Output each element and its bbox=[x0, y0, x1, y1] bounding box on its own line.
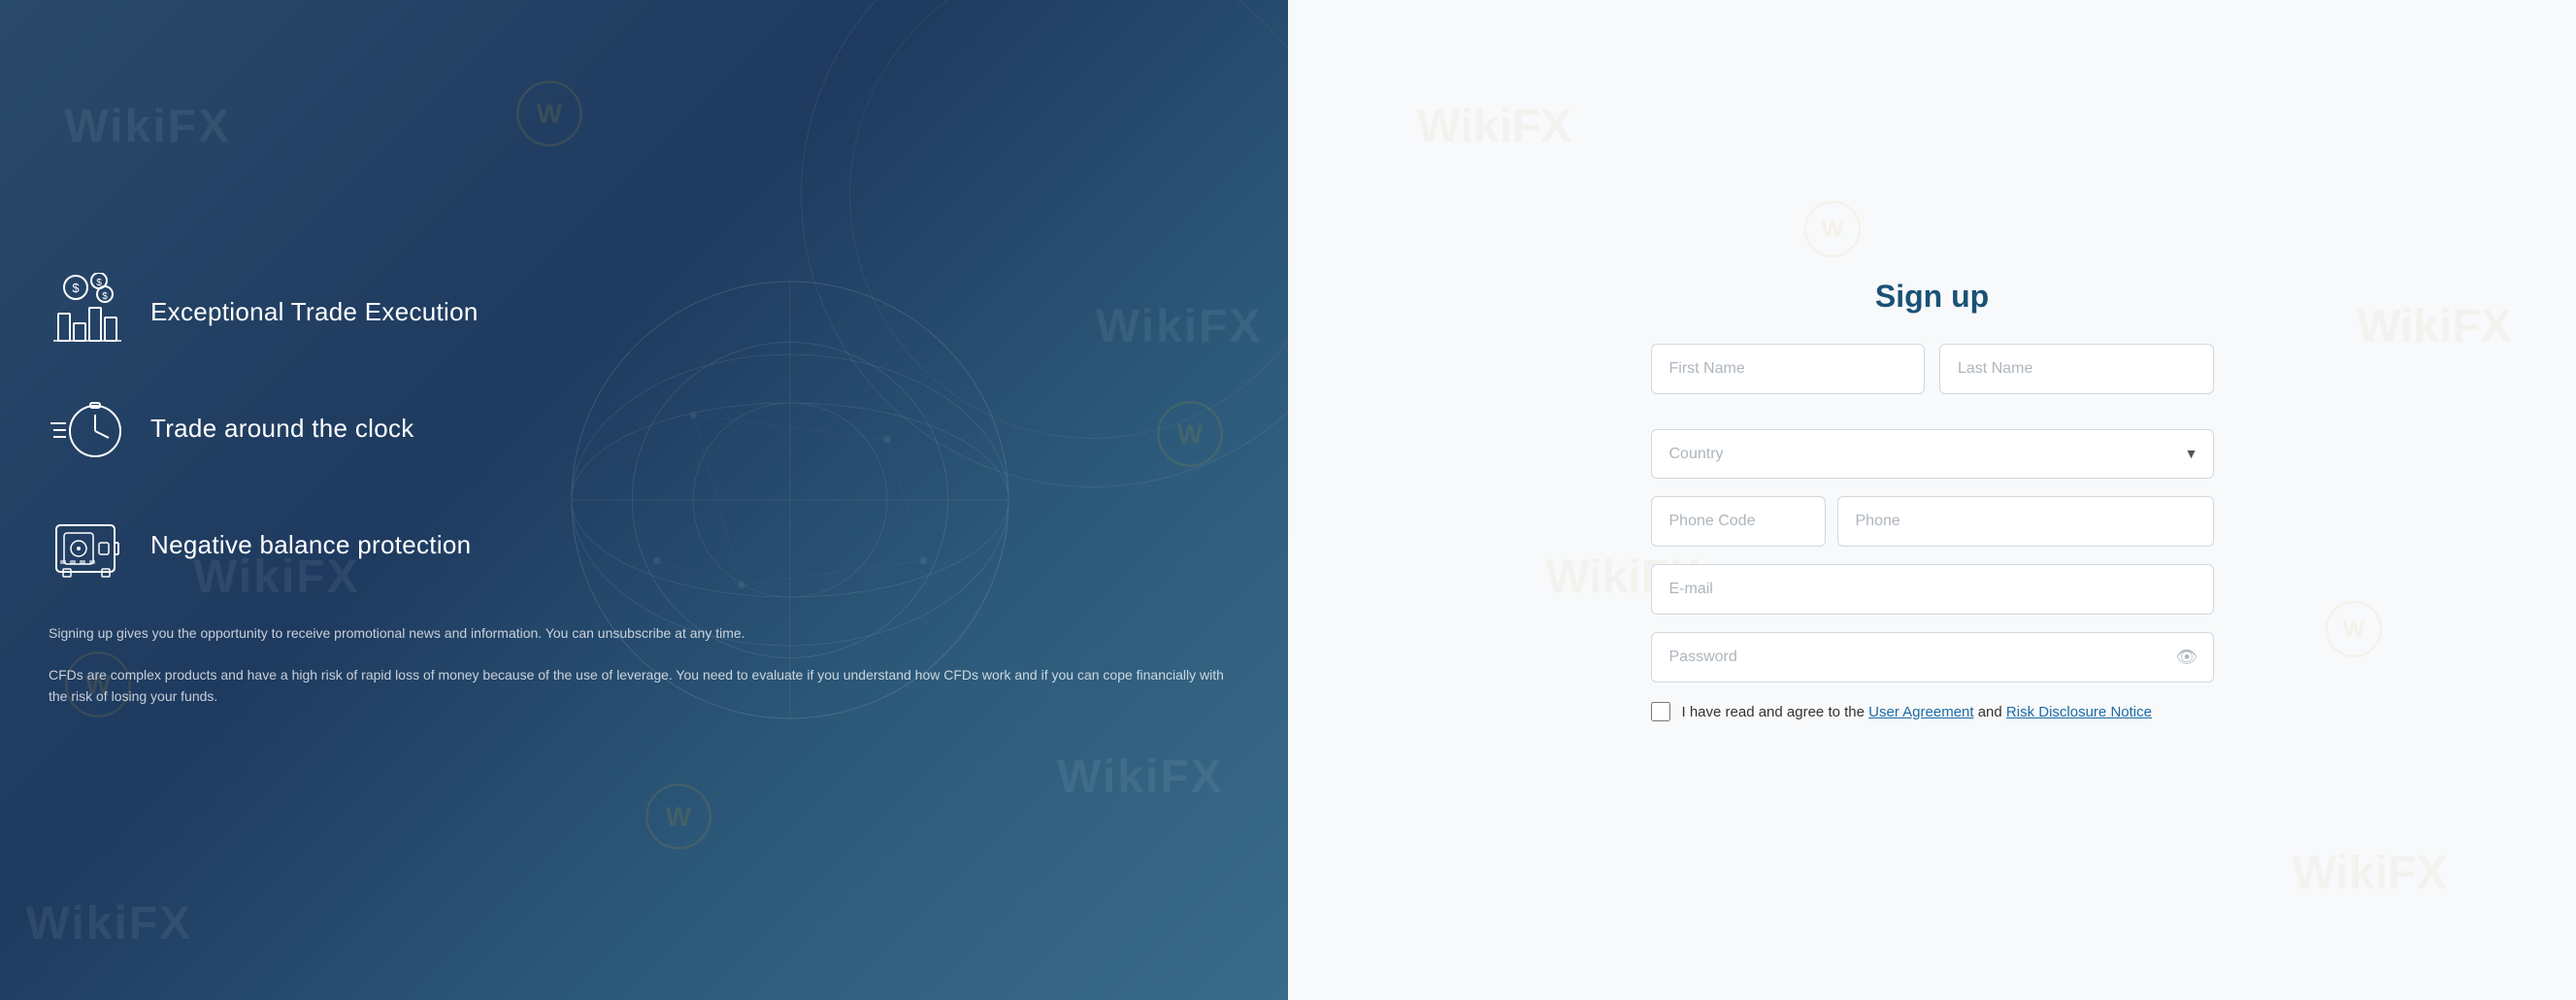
svg-text:W: W bbox=[537, 99, 563, 129]
logo-wm-1: W bbox=[515, 80, 583, 148]
country-group: Country ▼ bbox=[1651, 429, 2214, 479]
svg-text:W: W bbox=[1821, 217, 1843, 243]
email-group bbox=[1651, 564, 2214, 615]
terms-text: I have read and agree to the bbox=[1682, 704, 1869, 720]
left-panel: WikiFX WikiFX WikiFX WikiFX WikiFX W W W bbox=[0, 0, 1288, 1000]
password-wrapper: 👁 bbox=[1651, 632, 2214, 683]
phone-input[interactable] bbox=[1837, 496, 2214, 547]
terms-label: I have read and agree to the User Agreem… bbox=[1682, 702, 2152, 722]
feature-text-negative-balance: Negative balance protection bbox=[150, 530, 471, 560]
user-agreement-link[interactable]: User Agreement bbox=[1868, 704, 1973, 720]
country-select-wrapper: Country ▼ bbox=[1651, 429, 2214, 479]
first-name-input[interactable] bbox=[1651, 344, 1926, 394]
right-watermark-2: WikiFX bbox=[2357, 300, 2512, 353]
last-name-group bbox=[1939, 344, 2214, 394]
risk-disclosure-link[interactable]: Risk Disclosure Notice bbox=[2006, 704, 2152, 720]
email-input[interactable] bbox=[1651, 564, 2214, 615]
signup-form-container: Sign up Country ▼ bbox=[1651, 279, 2214, 722]
watermark-5: WikiFX bbox=[26, 897, 193, 950]
and-text: and bbox=[1974, 704, 2006, 720]
phone-code-group bbox=[1651, 496, 1826, 547]
feature-list: $ $ $ Exceptional Trade Execution bbox=[49, 273, 1239, 726]
password-group: 👁 bbox=[1651, 632, 2214, 683]
feature-text-trade-execution: Exceptional Trade Execution bbox=[150, 297, 479, 327]
disclaimer-promo: Signing up gives you the opportunity to … bbox=[49, 622, 1239, 644]
feature-item-trade-execution: $ $ $ Exceptional Trade Execution bbox=[49, 273, 1239, 350]
svg-text:$: $ bbox=[72, 281, 80, 295]
right-logo-wm-2: W bbox=[2325, 600, 2383, 658]
form-title: Sign up bbox=[1651, 279, 2214, 315]
name-row bbox=[1651, 344, 2214, 412]
country-select[interactable]: Country bbox=[1651, 429, 2214, 479]
safe-icon bbox=[49, 506, 126, 583]
right-logo-wm-1: W bbox=[1803, 200, 1862, 258]
feature-text-trade-clock: Trade around the clock bbox=[150, 414, 414, 444]
first-name-group bbox=[1651, 344, 1926, 394]
terms-checkbox[interactable] bbox=[1651, 702, 1670, 721]
clock-icon bbox=[49, 389, 126, 467]
svg-text:W: W bbox=[665, 801, 691, 831]
right-panel: WikiFX WikiFX WikiFX WikiFX W W Sign up … bbox=[1288, 0, 2576, 1000]
disclaimer-cfds: CFDs are complex products and have a hig… bbox=[49, 664, 1239, 708]
password-input[interactable] bbox=[1651, 632, 2214, 683]
last-name-input[interactable] bbox=[1939, 344, 2214, 394]
disclaimer-section: Signing up gives you the opportunity to … bbox=[49, 622, 1239, 707]
phone-code-input[interactable] bbox=[1651, 496, 1826, 547]
feature-item-trade-clock: Trade around the clock bbox=[49, 389, 1239, 467]
phone-number-group bbox=[1837, 496, 2214, 547]
phone-row bbox=[1651, 496, 2214, 547]
terms-checkbox-row: I have read and agree to the User Agreem… bbox=[1651, 702, 2214, 722]
logo-wm-3: W bbox=[644, 783, 712, 850]
watermark-1: WikiFX bbox=[64, 100, 231, 153]
chart-icon: $ $ $ bbox=[49, 273, 126, 350]
right-watermark-1: WikiFX bbox=[1417, 100, 1572, 153]
watermark-4: WikiFX bbox=[1057, 750, 1224, 804]
eye-icon[interactable]: 👁 bbox=[2176, 647, 2198, 667]
svg-text:$: $ bbox=[102, 291, 108, 302]
right-watermark-4: WikiFX bbox=[2293, 847, 2448, 900]
feature-item-negative-balance: Negative balance protection bbox=[49, 506, 1239, 583]
svg-text:W: W bbox=[2343, 617, 2365, 643]
